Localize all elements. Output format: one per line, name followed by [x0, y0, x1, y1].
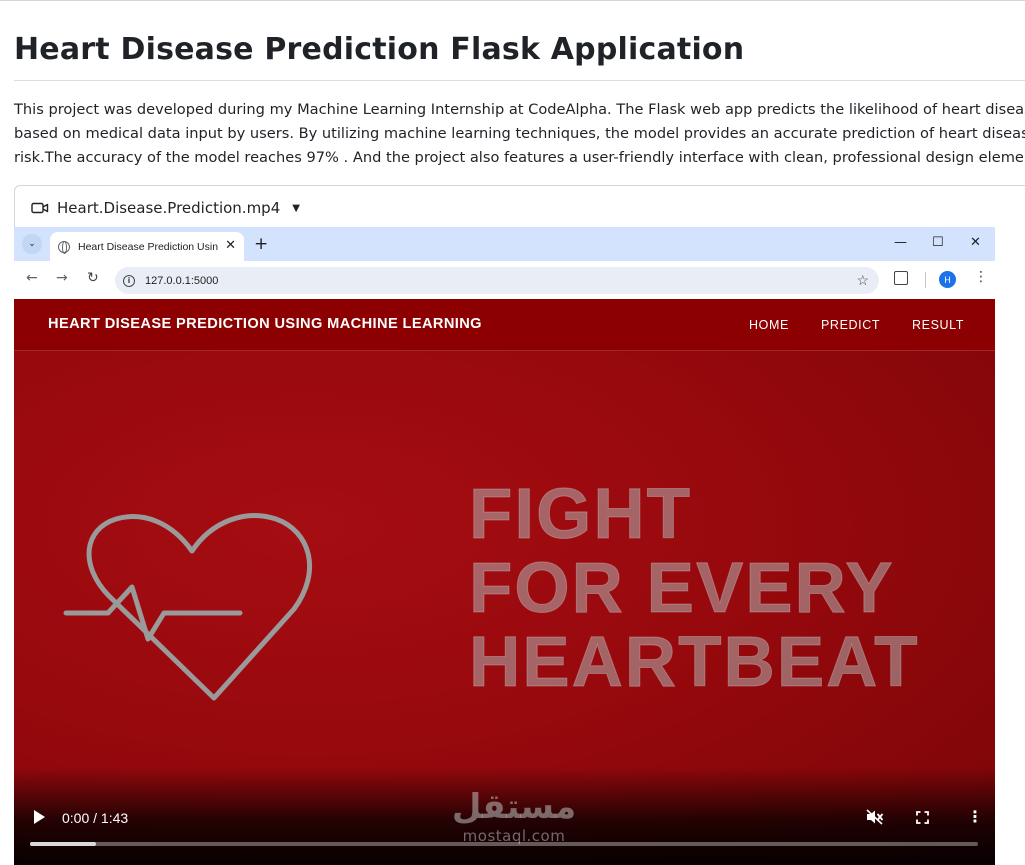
address-url[interactable]: 127.0.0.1:5000	[145, 275, 218, 287]
browser-toolbar: ← → ↻ i 127.0.0.1:5000 ☆ H ⋮	[14, 261, 995, 299]
profile-avatar[interactable]: H	[939, 271, 956, 288]
nav-result-link[interactable]: RESULT	[912, 318, 964, 332]
mostaql-watermark: مستقل mostaql.com	[444, 787, 584, 845]
nav-predict-link[interactable]: PREDICT	[821, 318, 880, 332]
browser-tab-title: Heart Disease Prediction Using	[78, 240, 218, 253]
video-progress-bar[interactable]	[30, 842, 978, 846]
video-player[interactable]: ⌄ Heart Disease Prediction Using ✕ + — ☐…	[14, 227, 995, 865]
browser-tab-strip: ⌄ Heart Disease Prediction Using ✕ + — ☐…	[14, 227, 995, 261]
caret-down-icon[interactable]: ▼	[292, 203, 300, 214]
muted-speaker-icon[interactable]	[866, 809, 884, 825]
video-time: 0:00 / 1:43	[62, 810, 129, 826]
video-progress-fill	[30, 842, 97, 846]
browser-tab[interactable]: Heart Disease Prediction Using ✕	[50, 232, 244, 261]
close-tab-icon[interactable]: ✕	[225, 238, 236, 253]
top-border	[0, 0, 1025, 1]
description-line: based on medical data input by users. By…	[14, 125, 1025, 142]
video-file-name[interactable]: Heart.Disease.Prediction.mp4	[57, 199, 280, 217]
video-camera-icon	[31, 202, 49, 214]
address-bar[interactable]: i 127.0.0.1:5000 ☆	[115, 267, 879, 294]
description-line: risk.The accuracy of the model reaches 9…	[14, 149, 1025, 166]
project-description: This project was developed during my Mac…	[14, 98, 1025, 170]
video-file-header[interactable]: Heart.Disease.Prediction.mp4 ▼	[31, 198, 300, 218]
toolbar-separator	[925, 272, 926, 288]
watermark-arabic: مستقل	[451, 787, 577, 827]
minimize-icon[interactable]: —	[894, 235, 907, 250]
globe-icon	[58, 240, 70, 254]
new-tab-icon[interactable]: +	[254, 234, 268, 254]
close-window-icon[interactable]: ✕	[970, 235, 981, 250]
hero-line-1: FIGHT	[469, 475, 692, 554]
play-icon[interactable]	[34, 810, 45, 824]
fullscreen-icon[interactable]	[916, 811, 929, 824]
maximize-icon[interactable]: ☐	[932, 235, 944, 250]
reload-icon[interactable]: ↻	[87, 270, 99, 286]
hero-line-2: FOR EVERY	[469, 549, 895, 628]
site-brand[interactable]: HEART DISEASE PREDICTION USING MACHINE L…	[48, 316, 482, 332]
forward-icon[interactable]: →	[56, 270, 68, 286]
extensions-icon[interactable]	[894, 271, 908, 285]
hero-line-3: HEARTBEAT	[469, 623, 920, 702]
tab-search-chevron-icon[interactable]: ⌄	[22, 234, 42, 254]
bookmark-star-icon[interactable]: ☆	[856, 272, 869, 289]
browser-menu-icon[interactable]: ⋮	[974, 269, 988, 285]
nav-home-link[interactable]: HOME	[749, 318, 789, 332]
site-info-icon[interactable]: i	[123, 274, 135, 287]
back-icon[interactable]: ←	[26, 270, 38, 286]
more-options-icon[interactable]: ⋮	[967, 807, 983, 826]
title-divider	[14, 80, 1025, 81]
description-line: This project was developed during my Mac…	[14, 101, 1025, 118]
page-title: Heart Disease Prediction Flask Applicati…	[14, 32, 745, 67]
site-navbar: HEART DISEASE PREDICTION USING MACHINE L…	[14, 299, 995, 351]
